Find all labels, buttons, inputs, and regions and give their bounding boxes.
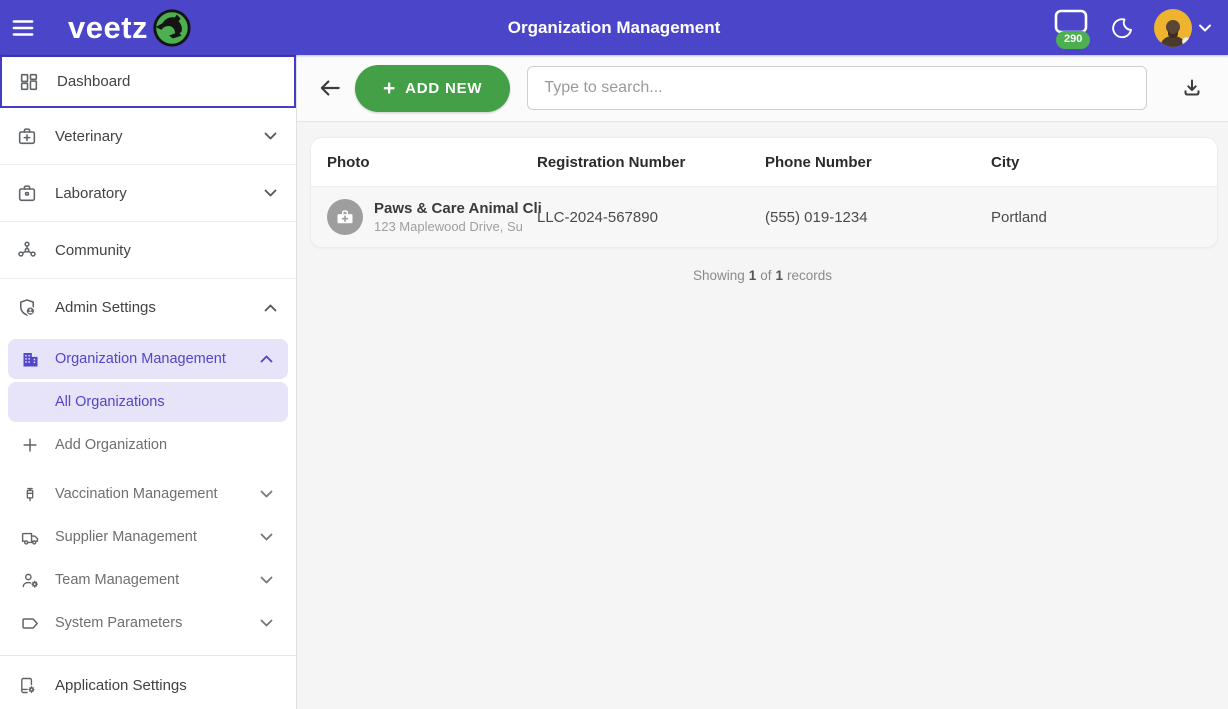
sidebar-item-system-parameters[interactable]: System Parameters [8,603,288,643]
user-menu[interactable] [1154,9,1212,47]
syringe-icon [19,483,41,505]
sidebar-item-veterinary[interactable]: Veterinary [0,108,296,165]
notification-count-badge: 290 [1056,31,1090,48]
device-sessions-button[interactable]: 290 [1050,5,1090,51]
app-logo[interactable]: veetz [68,7,192,49]
table-header-row: Photo Registration Number Phone Number C… [311,138,1217,186]
tag-icon [19,612,41,634]
chevron-down-icon [259,575,274,585]
organization-address: 123 Maplewood Drive, Su [374,219,542,234]
medical-bag-icon [335,207,355,227]
menu-icon[interactable] [0,0,46,55]
sidebar-item-label: Supplier Management [55,529,197,545]
sidebar-item-label: Add Organization [55,437,167,453]
chevron-down-icon [259,618,274,628]
plus-icon: + [383,78,396,99]
briefcase-icon [16,182,38,204]
chevron-down-icon [1198,23,1212,33]
add-new-button[interactable]: + ADD NEW [355,65,510,112]
building-icon [19,348,41,370]
organization-avatar [327,199,363,235]
records-summary-text: records [787,268,832,283]
sidebar-item-organization-management[interactable]: Organization Management [8,339,288,379]
records-summary: Showing1of1records [297,268,1228,283]
search-input[interactable] [527,66,1147,110]
column-header-city: City [991,154,1217,171]
sidebar-item-label: System Parameters [55,615,182,631]
back-button[interactable] [317,75,343,101]
cell-registration-number: LLC-2024-567890 [537,209,765,226]
cell-phone-number: (555) 019-1234 [765,209,991,226]
dark-mode-toggle[interactable] [1110,16,1134,40]
avatar [1154,9,1192,47]
add-new-label: ADD NEW [405,80,482,97]
app-settings-icon [16,674,38,696]
download-button[interactable] [1180,76,1204,100]
records-count: 1 [749,268,757,283]
sidebar-item-label: Team Management [55,572,179,588]
sidebar-item-laboratory[interactable]: Laboratory [0,165,296,222]
column-header-photo: Photo [311,154,537,171]
sidebar-item-supplier-management[interactable]: Supplier Management [8,517,288,557]
sidebar-item-dashboard[interactable]: Dashboard [0,55,296,108]
sidebar-item-label: Application Settings [55,677,187,694]
truck-icon [19,526,41,548]
sidebar-item-team-management[interactable]: Team Management [8,560,288,600]
sidebar-divider [0,655,296,656]
sidebar-item-application-settings[interactable]: Application Settings [0,657,296,709]
sidebar-item-label: Veterinary [55,128,123,145]
medical-bag-icon [16,125,38,147]
column-header-registration-number: Registration Number [537,154,765,171]
records-total: 1 [776,268,784,283]
organizations-table-card: Photo Registration Number Phone Number C… [310,137,1218,248]
sidebar-item-label: Admin Settings [55,299,156,316]
page-title: Organization Management [508,18,721,38]
horse-logo-icon [150,7,192,49]
chevron-down-icon [263,188,278,198]
status-dot [1182,37,1191,46]
logo-text: veetz [68,12,148,43]
chevron-down-icon [263,131,278,141]
chevron-down-icon [259,532,274,542]
top-app-bar: veetz Organization Management 290 [0,0,1228,55]
cell-city: Portland [991,209,1217,226]
sidebar-item-add-organization[interactable]: Add Organization [8,425,288,465]
records-summary-text: Showing [693,268,745,283]
sidebar-item-admin-settings[interactable]: Admin Settings [0,279,296,336]
sidebar-item-label: Organization Management [55,351,226,367]
column-header-phone-number: Phone Number [765,154,991,171]
chevron-up-icon [263,303,278,313]
plus-icon [19,434,41,456]
dashboard-icon [18,71,40,93]
sidebar-item-label: Community [55,242,131,259]
sidebar-item-vaccination-management[interactable]: Vaccination Management [8,474,288,514]
chevron-up-icon [259,354,274,364]
chevron-down-icon [259,489,274,499]
table-row[interactable]: Paws & Care Animal Cli 123 Maplewood Dri… [311,186,1217,247]
sidebar: Dashboard Veterinary Laboratory [0,55,297,709]
sidebar-item-community[interactable]: Community [0,222,296,279]
records-summary-text: of [760,268,771,283]
back-arrow-icon [317,75,343,101]
sidebar-item-label: Vaccination Management [55,486,218,502]
content-toolbar: + ADD NEW [297,55,1228,122]
sidebar-item-label: Laboratory [55,185,127,202]
organization-name: Paws & Care Animal Cli [374,200,542,217]
download-icon [1180,76,1204,100]
sidebar-item-all-organizations[interactable]: All Organizations [8,382,288,422]
main-content: Photo Registration Number Phone Number C… [297,122,1228,709]
shield-person-icon [16,297,38,319]
sidebar-item-label: All Organizations [55,394,165,410]
sidebar-item-label: Dashboard [57,73,130,90]
person-gear-icon [19,569,41,591]
hub-icon [16,239,38,261]
moon-icon [1110,16,1134,40]
